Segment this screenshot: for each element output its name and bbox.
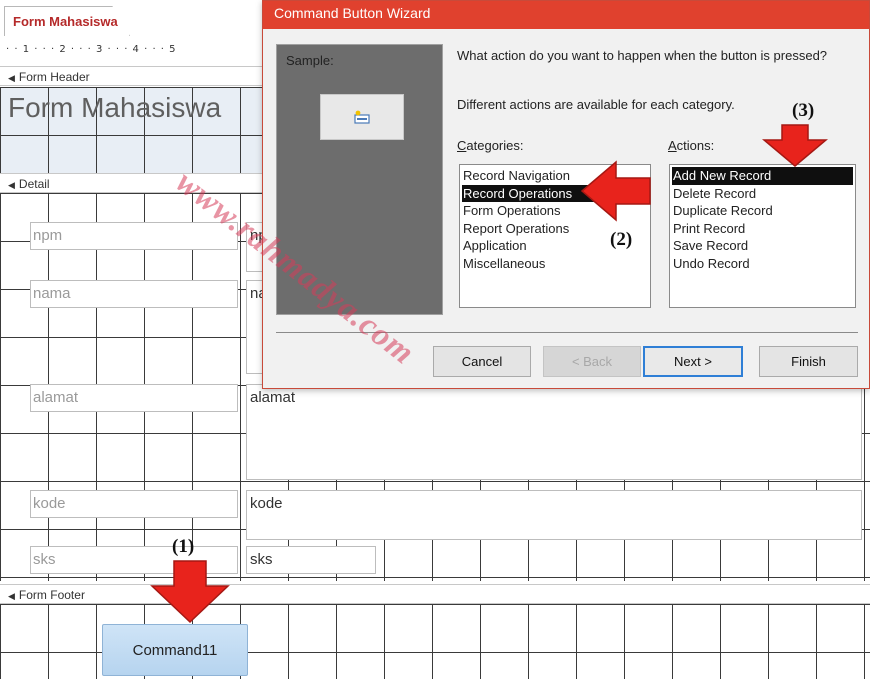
dialog-title[interactable]: Command Button Wizard xyxy=(263,1,869,29)
section-collapse-icon: ◀ xyxy=(8,180,15,190)
dialog-divider xyxy=(276,332,858,333)
category-hint-text: Different actions are available for each… xyxy=(457,97,735,112)
npm-label[interactable]: npm xyxy=(30,222,238,250)
annotation-1: (1) xyxy=(172,536,195,557)
sample-panel: Sample: xyxy=(276,44,443,315)
alamat-label[interactable]: alamat xyxy=(30,384,238,412)
actions-label: Actions: xyxy=(668,138,715,153)
section-label: Detail xyxy=(18,177,50,191)
back-button[interactable]: < Back xyxy=(543,346,641,377)
annotation-2: (2) xyxy=(610,229,633,250)
question-text: What action do you want to happen when t… xyxy=(457,48,828,63)
annotation-3: (3) xyxy=(792,100,815,121)
sample-button-preview xyxy=(320,94,404,140)
action-item[interactable]: Save Record xyxy=(672,237,853,255)
cancel-button[interactable]: Cancel xyxy=(433,346,531,377)
form-header-title[interactable]: Form Mahasiswa xyxy=(8,92,221,124)
alamat-textbox[interactable]: alamat xyxy=(246,384,862,480)
red-arrow-down-icon xyxy=(150,560,230,624)
section-collapse-icon: ◀ xyxy=(8,591,15,601)
section-bar-form-footer[interactable]: ◀ Form Footer xyxy=(0,584,870,604)
sks-textbox[interactable]: sks xyxy=(246,546,376,574)
add-record-icon xyxy=(354,110,370,124)
section-label: Form Header xyxy=(18,70,90,84)
sample-label: Sample: xyxy=(286,53,334,68)
nama-label[interactable]: nama xyxy=(30,280,238,308)
finish-button[interactable]: Finish xyxy=(759,346,858,377)
section-label: Form Footer xyxy=(18,588,85,602)
action-item[interactable]: Duplicate Record xyxy=(672,202,853,220)
red-arrow-left-icon xyxy=(580,160,651,222)
horizontal-ruler: · · 1 · · · 2 · · · 3 · · · 4 · · · 5 xyxy=(0,40,270,60)
next-button[interactable]: Next > xyxy=(643,346,743,377)
category-item[interactable]: Miscellaneous xyxy=(462,255,648,273)
action-item[interactable]: Undo Record xyxy=(672,255,853,273)
actions-listbox[interactable]: Add New Record Delete Record Duplicate R… xyxy=(669,164,856,308)
command11-button[interactable]: Command11 xyxy=(102,624,248,676)
document-tab-form-mahasiswa[interactable]: Form Mahasiswa xyxy=(4,6,130,36)
kode-label[interactable]: kode xyxy=(30,490,238,518)
kode-textbox[interactable]: kode xyxy=(246,490,862,540)
command-button-wizard-dialog: Command Button Wizard Sample: What actio… xyxy=(262,0,870,389)
red-arrow-down-icon xyxy=(762,124,828,167)
action-item[interactable]: Delete Record xyxy=(672,185,853,203)
section-collapse-icon: ◀ xyxy=(8,73,15,83)
action-item[interactable]: Print Record xyxy=(672,220,853,238)
categories-label: Categories: xyxy=(457,138,524,153)
action-item-selected[interactable]: Add New Record xyxy=(672,167,853,185)
